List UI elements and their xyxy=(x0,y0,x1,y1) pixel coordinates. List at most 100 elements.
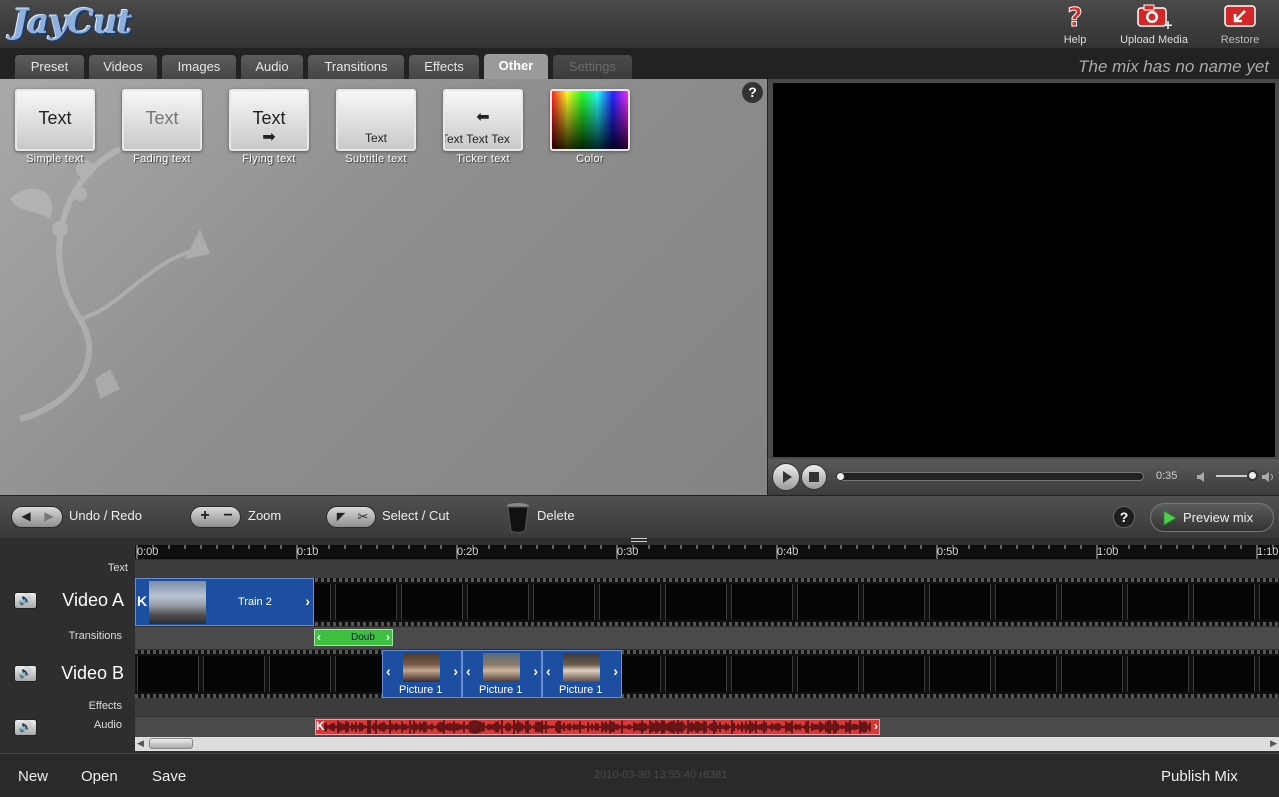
film-frame xyxy=(995,656,1057,692)
volume-handle[interactable] xyxy=(1247,470,1258,481)
seek-bar[interactable] xyxy=(836,472,1144,481)
tab-videos[interactable]: Videos xyxy=(89,55,157,79)
tab-transitions[interactable]: Transitions xyxy=(308,55,404,79)
picture-1-clip[interactable]: ‹ Picture 1 › xyxy=(542,650,622,698)
fading-text-label: Fading text xyxy=(133,153,191,165)
redo-button[interactable]: ▶ xyxy=(39,509,59,523)
volume-slider[interactable] xyxy=(1216,470,1258,481)
train-2-clip[interactable]: K Train 2 › xyxy=(135,578,314,626)
film-frame xyxy=(1259,656,1279,692)
fading-text-tile[interactable]: Text Fading text xyxy=(122,89,202,165)
text-track-lane[interactable] xyxy=(135,560,1279,578)
panel-help-button[interactable]: ? xyxy=(742,82,763,103)
upload-media-button[interactable]: + Upload Media xyxy=(1109,2,1199,46)
preview-pane: 0:35 xyxy=(767,79,1279,495)
ruler-label-20: 0:20 xyxy=(457,546,479,558)
picture-1-clip[interactable]: ‹ Picture 1 › xyxy=(462,650,542,698)
clip-trim-right-icon[interactable]: › xyxy=(613,663,618,679)
scroll-right-button[interactable]: ▶ xyxy=(1270,738,1277,749)
preview-mix-button[interactable]: Preview mix xyxy=(1150,503,1274,532)
picture-1-clip[interactable]: ‹ Picture 1 › xyxy=(382,650,462,698)
film-frame xyxy=(467,584,529,620)
clip-trim-left-icon[interactable]: ‹ xyxy=(466,663,471,679)
timeline-scrollbar[interactable]: ◀ ▶ xyxy=(135,737,1279,751)
save-button[interactable]: Save xyxy=(152,768,186,785)
transition-trim-right-icon[interactable]: › xyxy=(386,630,390,644)
subtitle-text-sample: Text xyxy=(364,131,387,145)
timeline-help-button[interactable]: ? xyxy=(1113,506,1135,528)
timeline-splitter[interactable] xyxy=(631,538,647,542)
seek-handle[interactable] xyxy=(836,472,845,481)
tab-images[interactable]: Images xyxy=(162,55,236,79)
audio-trim-right-icon[interactable]: › xyxy=(874,719,878,733)
delete-label[interactable]: Delete xyxy=(537,508,575,523)
select-cut-label: Select / Cut xyxy=(382,508,450,523)
ruler-label-0: 0:00 xyxy=(137,546,159,558)
film-frame xyxy=(995,584,1057,620)
video-b-track[interactable] xyxy=(135,650,1279,698)
tab-audio[interactable]: Audio xyxy=(241,55,303,79)
audio-clip[interactable]: K › xyxy=(315,719,880,735)
film-frame xyxy=(665,656,727,692)
clip-trim-right-icon[interactable]: › xyxy=(305,593,310,609)
film-frame xyxy=(203,656,265,692)
ruler-label-40: 0:40 xyxy=(777,546,799,558)
restore-button[interactable]: Restore xyxy=(1195,2,1279,46)
restore-label: Restore xyxy=(1220,34,1260,46)
film-frame xyxy=(797,656,859,692)
simple-text-tile[interactable]: Text Simple text xyxy=(15,89,95,165)
jaycut-logo[interactable]: JayCut xyxy=(12,2,132,42)
volume-low-icon xyxy=(1197,472,1204,482)
tab-other[interactable]: Other xyxy=(484,54,548,79)
transition-clip[interactable]: ‹ Doub › xyxy=(314,629,393,646)
clip-trim-right-icon[interactable]: › xyxy=(533,663,538,679)
stop-button[interactable] xyxy=(801,464,827,490)
scroll-thumb[interactable] xyxy=(149,738,193,749)
effects-track[interactable] xyxy=(135,698,1279,716)
subtitle-text-tile[interactable]: Text Subtitle text xyxy=(336,89,416,165)
audio-trim-left-icon[interactable]: K xyxy=(316,719,325,733)
play-button[interactable] xyxy=(772,463,800,491)
new-button[interactable]: New xyxy=(18,768,48,785)
zoom-in-button[interactable]: + xyxy=(194,507,216,525)
clip-trim-left-icon[interactable]: ‹ xyxy=(386,663,391,679)
flying-text-tile[interactable]: Text ➡ Flying text xyxy=(229,89,309,165)
color-tile[interactable]: Color xyxy=(550,89,630,165)
film-frame xyxy=(1061,656,1123,692)
preview-mix-label: Preview mix xyxy=(1183,510,1254,525)
picture-1-thumbnail xyxy=(483,653,520,682)
color-thumbnail xyxy=(550,89,630,151)
publish-mix-button[interactable]: Publish Mix xyxy=(1161,768,1238,785)
tab-effects[interactable]: Effects xyxy=(409,55,479,79)
ticker-text-tile[interactable]: ⬅ Text Text Tex Ticker text xyxy=(443,89,523,165)
flying-text-sample: Text xyxy=(252,108,286,128)
svg-text:?: ? xyxy=(1067,3,1082,32)
film-frame xyxy=(533,584,595,620)
picture-1-thumbnail xyxy=(403,653,440,682)
trash-icon[interactable] xyxy=(506,501,530,533)
open-button[interactable]: Open xyxy=(81,768,118,785)
cut-tool-button[interactable]: ✂ xyxy=(353,509,373,525)
floral-decoration xyxy=(10,146,210,422)
zoom-out-button[interactable]: − xyxy=(217,507,239,525)
volume-high-icon xyxy=(1262,472,1273,482)
scroll-left-button[interactable]: ◀ xyxy=(137,738,144,749)
tab-preset[interactable]: Preset xyxy=(15,55,84,79)
film-frame xyxy=(137,656,199,692)
transition-trim-left-icon[interactable]: ‹ xyxy=(317,630,321,644)
track-label-effects: Effects xyxy=(88,700,122,712)
clip-trim-left-icon[interactable]: K xyxy=(137,593,147,609)
tab-bar: Preset Videos Images Audio Transitions E… xyxy=(0,48,1279,79)
fading-text-sample: Text xyxy=(145,108,179,128)
film-frame xyxy=(731,656,793,692)
time-ruler[interactable]: 0:00 0:10 0:20 0:30 0:40 0:50 1:00 1:10 xyxy=(135,545,1279,559)
track-label-video-a: Video A xyxy=(62,590,124,610)
select-tool-button[interactable]: ◤ xyxy=(331,510,351,523)
help-button[interactable]: ? Help xyxy=(1030,2,1120,47)
undo-button[interactable]: ◀ xyxy=(16,509,36,523)
mix-name[interactable]: The mix has no name yet xyxy=(1078,57,1269,77)
transitions-track[interactable] xyxy=(135,627,1279,649)
clip-trim-left-icon[interactable]: ‹ xyxy=(546,663,551,679)
film-frame xyxy=(269,656,331,692)
clip-trim-right-icon[interactable]: › xyxy=(453,663,458,679)
